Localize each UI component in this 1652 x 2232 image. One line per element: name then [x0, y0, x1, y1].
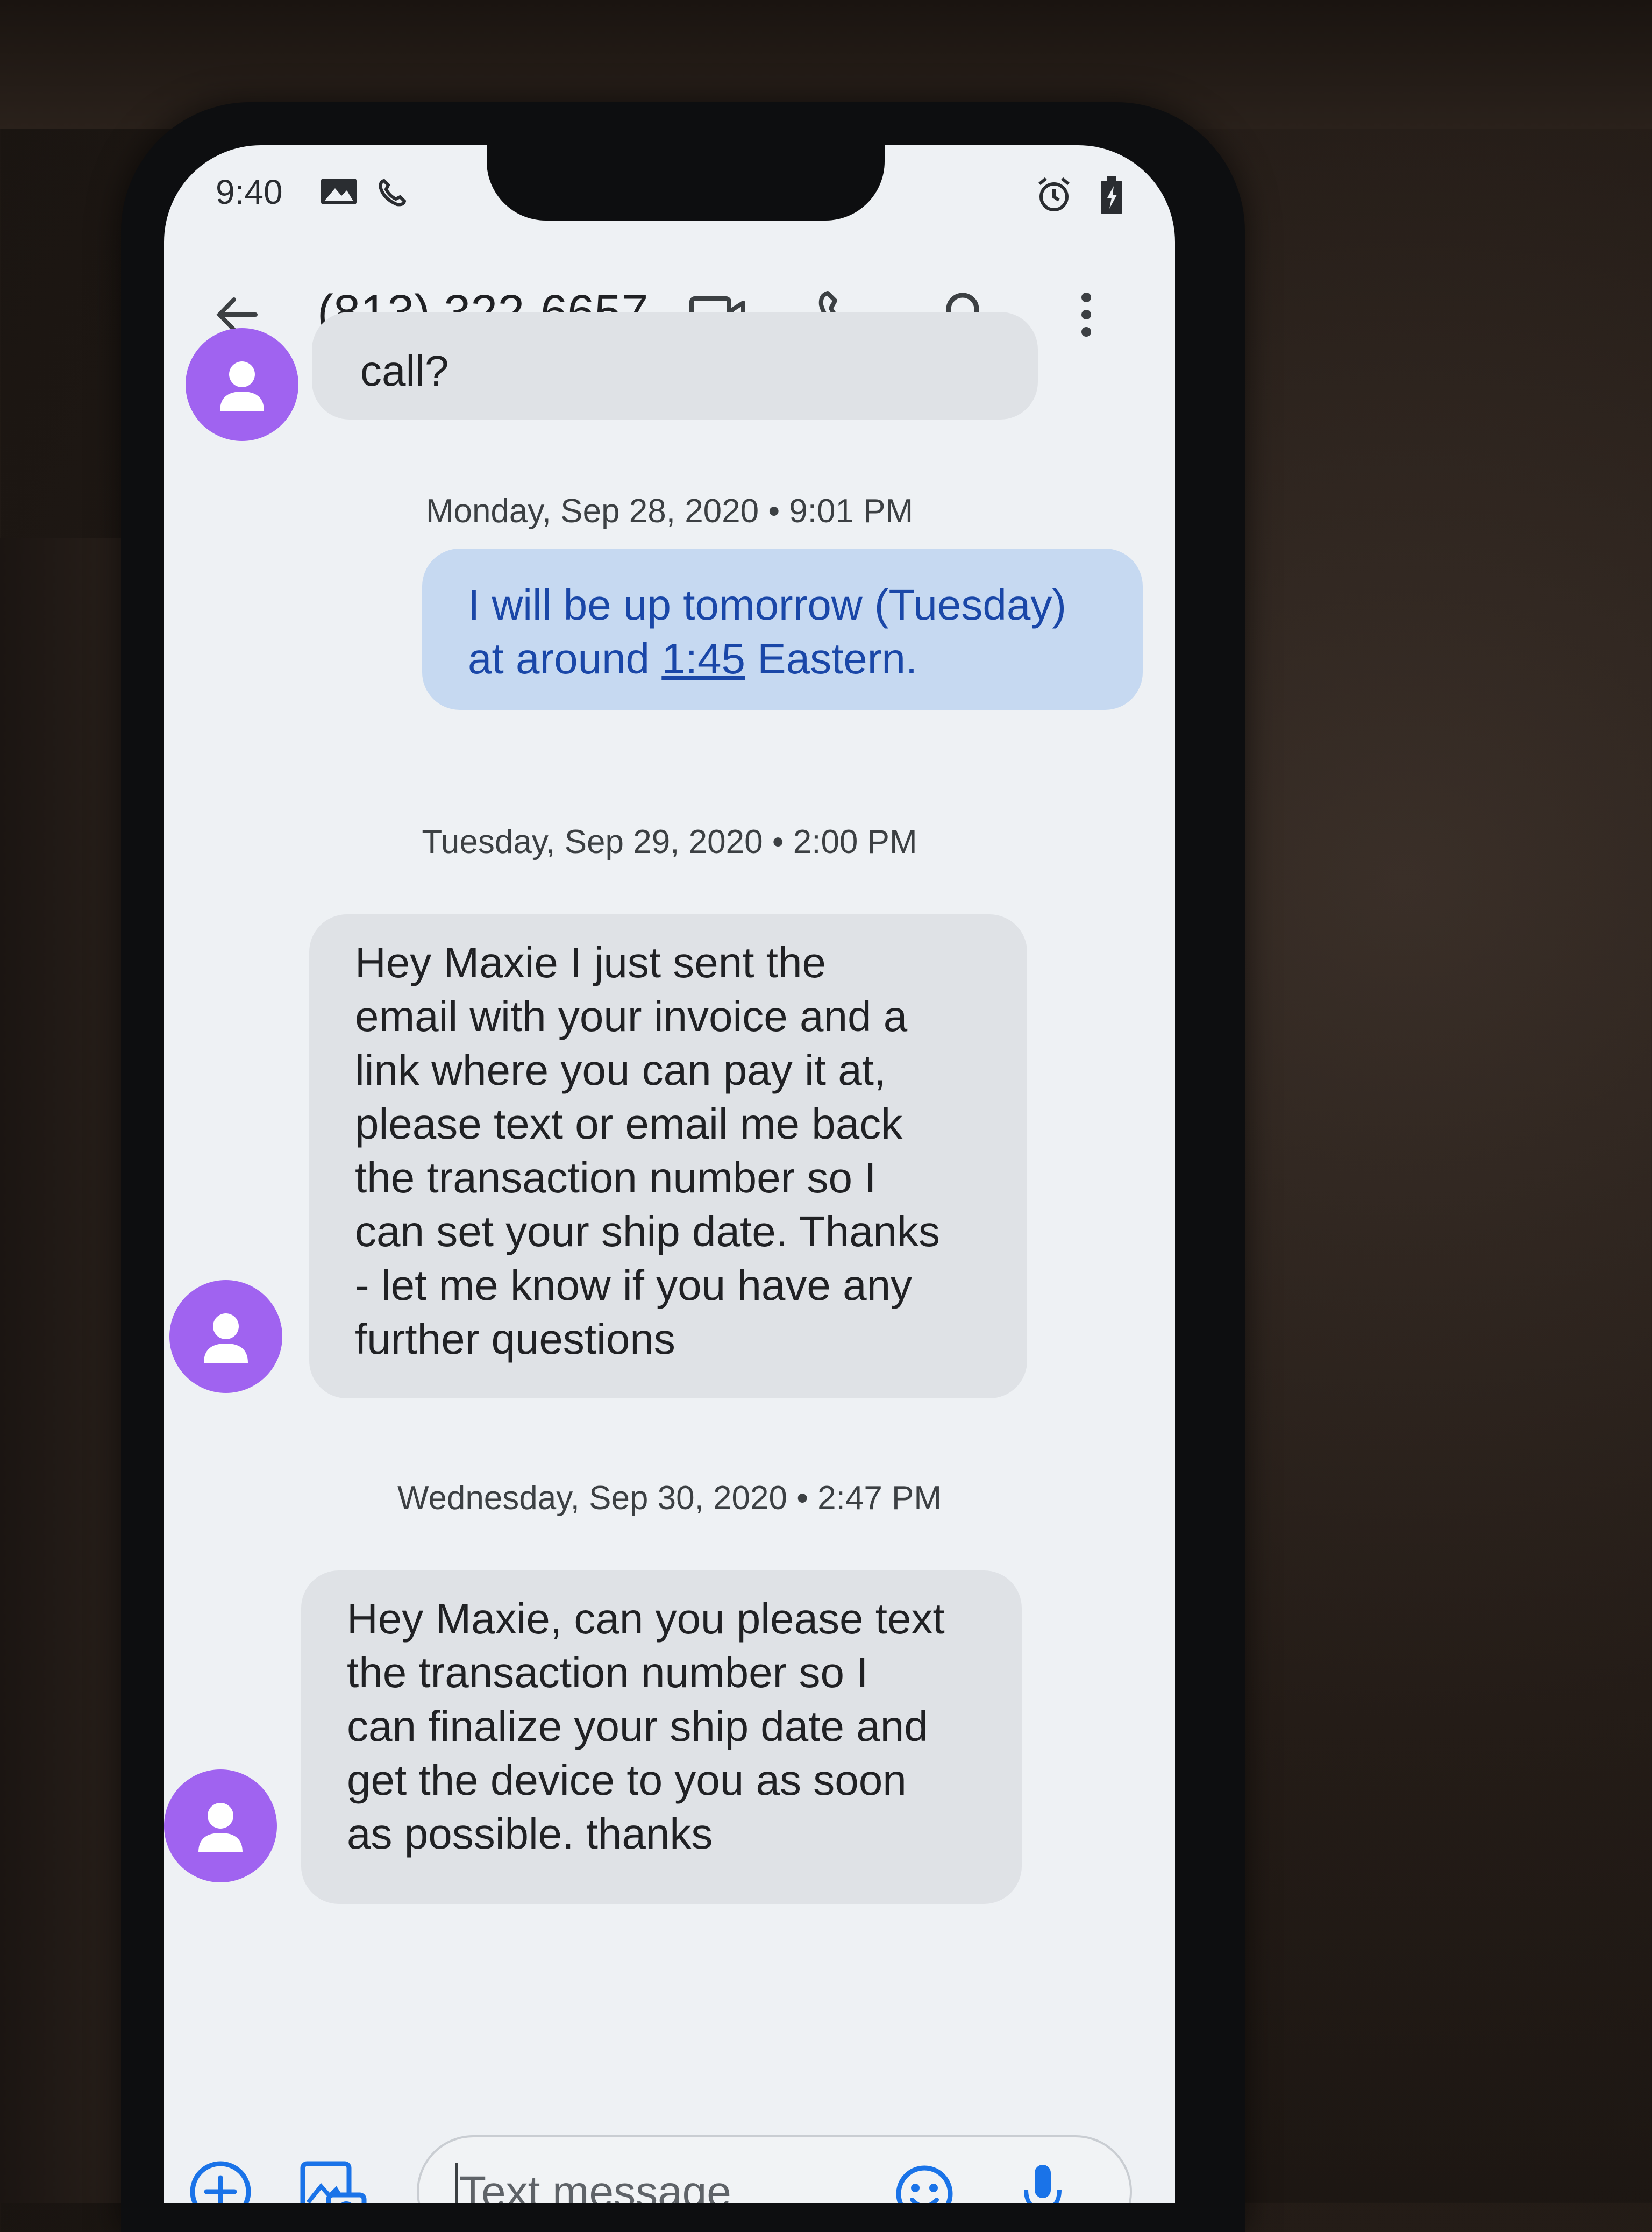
message-text: Eastern. [745, 635, 918, 683]
compose-bar: Text message [164, 2135, 1175, 2203]
message-input[interactable]: Text message [417, 2135, 1132, 2203]
phone-screen: 9:40 (813) 322-6657 [164, 145, 1175, 2203]
status-time: 9:40 [216, 173, 283, 211]
message-line: - let me know if you have any [355, 1261, 913, 1309]
message-line: link where you can pay it at, [355, 1046, 886, 1094]
message-text: at around [468, 635, 662, 683]
contact-avatar[interactable] [186, 328, 298, 441]
battery-charging-icon [1100, 176, 1123, 218]
message-line: Hey Maxie I just sent the [355, 939, 826, 986]
message-input-placeholder: Text message [459, 2167, 731, 2203]
date-separator: Wednesday, Sep 30, 2020 • 2:47 PM [397, 1480, 942, 1517]
message-bubble-incoming[interactable]: call? [312, 312, 1038, 420]
message-text: I will be up tomorrow (Tuesday) [468, 581, 1066, 629]
message-bubble-incoming[interactable]: Hey Maxie, can you please text the trans… [301, 1570, 1022, 1904]
message-line: can finalize your ship date and [347, 1702, 928, 1750]
message-text-line: at around 1:45 Eastern. [468, 632, 1097, 686]
alarm-icon [1035, 176, 1073, 217]
gallery-camera-icon[interactable] [296, 2157, 371, 2203]
more-vert-icon[interactable] [1057, 285, 1116, 344]
emoji-icon[interactable] [892, 2162, 957, 2203]
status-bar: 9:40 [164, 145, 1175, 247]
contact-avatar[interactable] [164, 1769, 277, 1882]
date-separator: Monday, Sep 28, 2020 • 9:01 PM [425, 493, 914, 530]
add-circle-icon[interactable] [186, 2157, 255, 2203]
message-line: get the device to you as soon [347, 1756, 907, 1804]
message-bubble-outgoing[interactable]: I will be up tomorrow (Tuesday) at aroun… [422, 549, 1143, 710]
message-line: email with your invoice and a [355, 992, 908, 1040]
microphone-icon[interactable] [1010, 2159, 1075, 2203]
message-line: the transaction number so I [355, 1154, 877, 1202]
message-line: can set your ship date. Thanks [355, 1207, 941, 1255]
message-text: call? [360, 347, 449, 395]
gallery-icon [320, 176, 358, 209]
message-line: Hey Maxie, can you please text [347, 1595, 945, 1643]
time-link[interactable]: 1:45 [661, 635, 745, 683]
message-thread[interactable]: call? Monday, Sep 28, 2020 • 9:01 PM I w… [164, 312, 1175, 2151]
message-line: the transaction number so I [347, 1648, 868, 1696]
text-cursor [455, 2163, 458, 2203]
date-separator: Tuesday, Sep 29, 2020 • 2:00 PM [422, 823, 917, 861]
message-line: further questions [355, 1315, 675, 1363]
wifi-calling-icon [376, 176, 409, 211]
message-line: please text or email me back [355, 1100, 903, 1148]
message-line: as possible. thanks [347, 1810, 713, 1858]
message-bubble-incoming[interactable]: Hey Maxie I just sent the email with you… [309, 914, 1027, 1398]
contact-avatar[interactable] [169, 1280, 282, 1393]
